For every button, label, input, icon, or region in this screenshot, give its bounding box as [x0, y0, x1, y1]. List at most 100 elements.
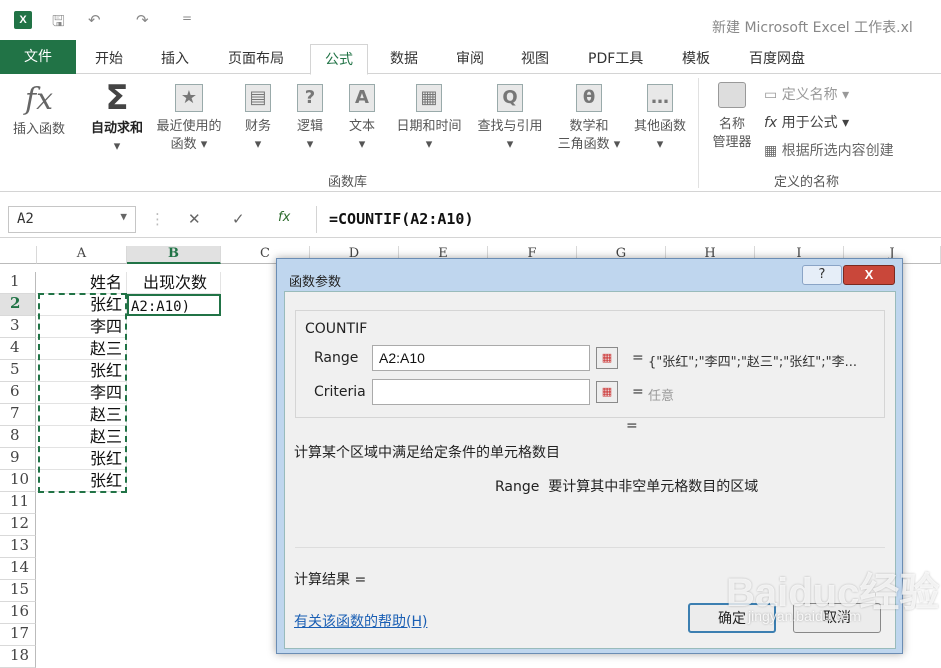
- divider: [295, 547, 885, 548]
- create-from-selection-button[interactable]: ▦ 根据所选内容创建: [764, 140, 894, 160]
- name-manager-button[interactable]: 名称 管理器: [706, 82, 758, 152]
- function-help-link[interactable]: 有关该函数的帮助(H): [294, 611, 427, 631]
- range-marquee: [38, 293, 127, 493]
- row-header[interactable]: 11: [0, 492, 36, 514]
- formula-bar-separator: ⋮: [150, 210, 165, 228]
- chevron-down-icon: ▾: [306, 137, 314, 152]
- row-header[interactable]: 9: [0, 448, 36, 470]
- tab-templates[interactable]: 模板: [682, 48, 710, 68]
- use-in-formula-button[interactable]: fx 用于公式 ▾: [764, 112, 849, 132]
- function-result-equals: =: [626, 418, 638, 434]
- text-functions-button[interactable]: A 文本 ▾: [342, 84, 382, 154]
- function-description: 计算某个区域中满足给定条件的单元格数目: [294, 445, 560, 461]
- row-header[interactable]: 17: [0, 624, 36, 646]
- insert-function-label: 插入函数: [12, 122, 65, 137]
- tab-home[interactable]: 开始: [95, 48, 123, 68]
- logical-button[interactable]: ? 逻辑 ▾: [290, 84, 330, 154]
- cell-b1[interactable]: 出现次数: [127, 272, 221, 294]
- range-input[interactable]: A2:A10: [372, 345, 590, 371]
- tab-formulas[interactable]: 公式: [310, 44, 368, 75]
- calculation-result: 计算结果 =: [294, 572, 367, 588]
- more-functions-button[interactable]: … 其他函数 ▾: [628, 84, 692, 154]
- collapse-dialog-icon[interactable]: ▦: [596, 347, 618, 369]
- create-from-selection-label: 根据所选内容创建: [781, 143, 894, 159]
- use-in-formula-label: 用于公式: [781, 115, 838, 131]
- cell-a1[interactable]: 姓名: [37, 272, 127, 294]
- other-functions-label: 其他函数: [633, 119, 686, 134]
- row-header[interactable]: 5: [0, 360, 36, 382]
- row-header[interactable]: 15: [0, 580, 36, 602]
- row-header[interactable]: 16: [0, 602, 36, 624]
- row-header[interactable]: 13: [0, 536, 36, 558]
- row-header[interactable]: 7: [0, 404, 36, 426]
- insert-function-button[interactable]: fx 插入函数: [6, 82, 72, 139]
- undo-icon[interactable]: ↶: [88, 11, 101, 29]
- recent-label-2: 函数 ▾: [170, 137, 208, 152]
- financial-button[interactable]: ▤ 财务 ▾: [236, 84, 280, 154]
- chevron-down-icon: ▾: [425, 137, 433, 152]
- cell-b2-active[interactable]: A2:A10): [127, 294, 221, 316]
- redo-icon[interactable]: ↷: [136, 11, 149, 29]
- chevron-down-icon[interactable]: ▼: [120, 210, 127, 223]
- chevron-down-icon: ▾: [656, 137, 664, 152]
- tab-insert[interactable]: 插入: [161, 48, 189, 68]
- criteria-label: Criteria: [314, 384, 366, 400]
- tab-data[interactable]: 数据: [390, 48, 418, 68]
- date-time-button[interactable]: ▦ 日期和时间 ▾: [388, 84, 470, 154]
- tab-pdf-tools[interactable]: PDF工具: [588, 48, 643, 68]
- name-manager-label-1: 名称: [718, 117, 745, 132]
- collapse-dialog-icon[interactable]: ▦: [596, 381, 618, 403]
- tab-baidu-netdisk[interactable]: 百度网盘: [749, 48, 805, 68]
- text-a-icon: A: [349, 84, 375, 112]
- function-name: COUNTIF: [305, 321, 368, 337]
- watermark-url: jingyan.baidu.com: [748, 608, 861, 624]
- customize-quick-access-icon[interactable]: =: [182, 11, 192, 25]
- dialog-close-button[interactable]: X: [843, 265, 895, 285]
- dialog-help-button[interactable]: ?: [802, 265, 842, 285]
- star-icon: ★: [175, 84, 203, 112]
- select-all-corner[interactable]: [0, 246, 37, 264]
- row-header[interactable]: 3: [0, 316, 36, 338]
- math-trig-button[interactable]: θ 数学和 三角函数 ▾: [552, 84, 626, 154]
- question-icon: ?: [297, 84, 323, 112]
- row-header[interactable]: 14: [0, 558, 36, 580]
- row-header[interactable]: 1: [0, 272, 36, 294]
- ribbon-tabs: 文件 开始 插入 页面布局 公式 数据 审阅 视图 PDF工具 模板 百度网盘: [0, 40, 941, 75]
- tab-file[interactable]: 文件: [0, 40, 76, 74]
- formula-input[interactable]: =COUNTIF(A2:A10): [316, 206, 941, 233]
- cancel-icon[interactable]: ✕: [188, 210, 201, 228]
- criteria-input[interactable]: [372, 379, 590, 405]
- function-group-box: COUNTIF Range A2:A10 ▦ = {"张红";"李四";"赵三"…: [295, 310, 885, 418]
- row-header[interactable]: 10: [0, 470, 36, 492]
- name-manager-label-2: 管理器: [712, 135, 752, 150]
- name-box[interactable]: A2 ▼: [8, 206, 136, 233]
- tab-review[interactable]: 审阅: [456, 48, 484, 68]
- lookup-label: 查找与引用: [477, 119, 543, 134]
- range-label: Range: [314, 350, 359, 366]
- column-header-a[interactable]: A: [37, 246, 127, 264]
- financial-icon: ▤: [245, 84, 271, 112]
- insert-function-icon[interactable]: fx: [278, 210, 290, 225]
- row-header[interactable]: 12: [0, 514, 36, 536]
- theta-icon: θ: [576, 84, 602, 112]
- recent-functions-button[interactable]: ★ 最近使用的 函数 ▾: [150, 84, 228, 154]
- tab-page-layout[interactable]: 页面布局: [228, 48, 284, 68]
- row-header[interactable]: 18: [0, 646, 36, 668]
- tab-view[interactable]: 视图: [521, 48, 549, 68]
- enter-icon[interactable]: ✓: [232, 210, 245, 228]
- row-header[interactable]: 4: [0, 338, 36, 360]
- row-header[interactable]: 8: [0, 426, 36, 448]
- window-title: 新建 Microsoft Excel 工作表.xl: [712, 20, 913, 36]
- define-name-button[interactable]: ▭ 定义名称 ▾: [764, 84, 849, 104]
- range-evaluated-value: {"张红";"李四";"赵三";"张红";"李...: [648, 355, 858, 370]
- row-header[interactable]: 6: [0, 382, 36, 404]
- save-icon[interactable]: 🖫: [52, 11, 65, 36]
- chevron-down-icon: ▾: [254, 137, 262, 152]
- sigma-icon: Σ: [105, 78, 129, 118]
- column-header-b[interactable]: B: [127, 246, 221, 264]
- math-label-2: 三角函数 ▾: [557, 137, 621, 152]
- row-header[interactable]: 2: [0, 294, 36, 316]
- recent-label-1: 最近使用的: [156, 119, 222, 134]
- autosum-button[interactable]: Σ 自动求和 ▾: [84, 78, 150, 156]
- lookup-reference-button[interactable]: Q 查找与引用 ▾: [470, 84, 550, 154]
